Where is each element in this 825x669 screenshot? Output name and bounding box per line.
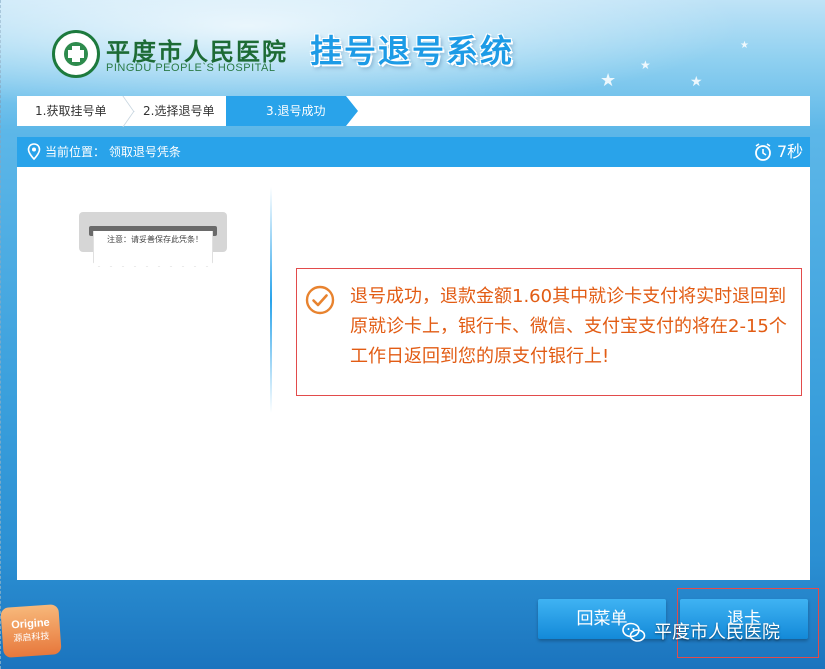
step-success: 3.退号成功 xyxy=(226,96,358,126)
success-message-box: 退号成功，退款金额1.60其中就诊卡支付将实时退回到原就诊卡上，银行卡、微信、支… xyxy=(296,268,802,396)
step-progress-bar: 1.获取挂号单 2.选择退号单 3.退号成功 xyxy=(17,96,810,126)
content-panel: 注意：请妥善保存此凭条！ 退号成功，退款金额1.60其中就诊卡支付将实时退回到原… xyxy=(17,167,810,580)
watermark-text: 平度市人民医院 xyxy=(654,622,780,643)
location-label: 当前位置： xyxy=(45,145,106,159)
receipt-note: 注意：请妥善保存此凭条！ xyxy=(107,235,203,244)
star-decoration-icon: ★ xyxy=(740,40,749,51)
current-location: 当前位置： 领取退号凭条 xyxy=(45,137,181,167)
alarm-clock-icon xyxy=(755,143,771,161)
step-select-ticket: 2.选择退号单 xyxy=(143,104,215,118)
vendor-badge: Origine 源启科技 xyxy=(0,604,62,658)
vendor-badge-cn: 源启科技 xyxy=(13,631,50,645)
wechat-icon xyxy=(622,622,646,642)
check-circle-icon xyxy=(305,285,335,315)
location-pin-icon xyxy=(27,143,41,161)
star-decoration-icon: ★ xyxy=(690,74,703,90)
location-page: 领取退号凭条 xyxy=(108,145,181,159)
star-decoration-icon: ★ xyxy=(640,58,651,72)
success-message-text: 退号成功，退款金额1.60其中就诊卡支付将实时退回到原就诊卡上，银行卡、微信、支… xyxy=(350,286,787,367)
hospital-name-en: PINGDU PEOPLE`S HOSPITAL xyxy=(106,62,276,74)
step-separator xyxy=(123,96,135,126)
wechat-watermark: 平度市人民医院 xyxy=(622,618,822,648)
location-bar: 当前位置： 领取退号凭条 7秒 xyxy=(17,137,810,167)
countdown-timer: 7秒 xyxy=(777,142,804,161)
step-get-ticket: 1.获取挂号单 xyxy=(35,104,107,118)
vertical-divider xyxy=(270,187,272,413)
star-decoration-icon: ★ xyxy=(600,70,617,91)
system-title: 挂号退号系统 xyxy=(310,32,515,70)
hospital-logo-icon xyxy=(52,30,100,78)
